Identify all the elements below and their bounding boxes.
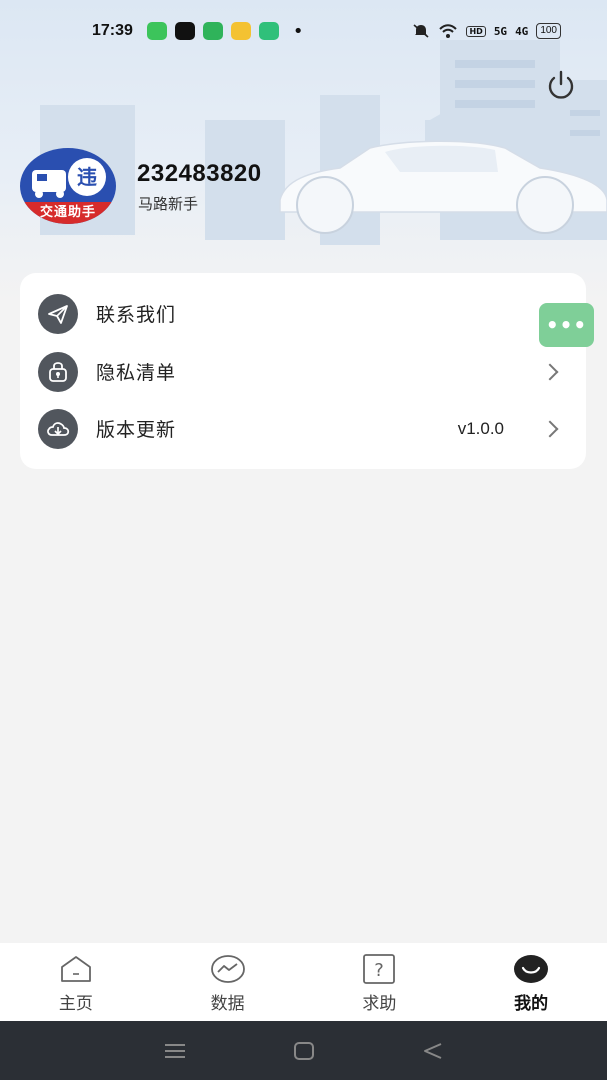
menu-item-contact[interactable]: 联系我们 — [20, 285, 586, 342]
hd-icon: HD — [466, 25, 486, 37]
menu-card: 联系我们 隐私清单 版本更新 v1.0.0 — [20, 273, 586, 469]
cloud-download-icon — [38, 408, 78, 449]
avatar-band: 交通助手 — [20, 202, 116, 224]
tab-data[interactable]: 数据 — [152, 943, 304, 1021]
tab-label: 求助 — [362, 994, 397, 1014]
chart-icon — [210, 953, 246, 985]
yellow-app-icon — [230, 22, 251, 40]
avatar[interactable]: 违 交通助手 — [18, 148, 118, 226]
menu-label: 联系我们 — [96, 304, 177, 326]
signal-5g-icon: 5G — [493, 24, 508, 38]
chevron-right-icon — [541, 420, 559, 437]
square-icon — [293, 1041, 314, 1060]
menu-nav-button[interactable] — [155, 1036, 195, 1066]
svg-text:?: ? — [375, 960, 385, 981]
user-level: 马路新手 — [138, 195, 199, 213]
chevron-right-icon — [541, 363, 559, 380]
wifi-icon — [439, 24, 458, 38]
back-triangle-icon — [423, 1042, 441, 1059]
logout-button[interactable] — [540, 64, 582, 106]
shield-app-icon — [202, 22, 223, 40]
user-id: 232483820 — [137, 160, 262, 187]
status-more-dot: • — [292, 20, 304, 42]
menu-item-privacy[interactable]: 隐私清单 — [20, 343, 586, 400]
menu-label: 版本更新 — [96, 419, 177, 441]
floating-more-button[interactable]: ••• — [539, 303, 594, 347]
status-bar: 17:39 • HD 5G 4G 100 — [0, 0, 607, 62]
power-icon — [548, 70, 574, 99]
tab-label: 数据 — [210, 994, 245, 1014]
tab-label: 主页 — [58, 994, 93, 1014]
notification-icons — [146, 22, 279, 40]
menu-label: 隐私清单 — [96, 362, 177, 384]
tiktok-icon — [174, 22, 195, 40]
send-icon — [38, 293, 78, 334]
profile-icon — [513, 953, 549, 985]
battery-icon: 100 — [536, 23, 561, 39]
tab-label: 我的 — [514, 994, 549, 1014]
menu-item-update[interactable]: 版本更新 v1.0.0 — [20, 400, 586, 457]
phone-app-icon — [258, 22, 279, 40]
back-nav-button[interactable] — [413, 1036, 453, 1066]
message-app-icon — [146, 22, 167, 40]
status-indicators: HD 5G 4G 100 — [412, 23, 561, 39]
lock-icon — [38, 351, 78, 392]
help-icon: ? — [361, 953, 397, 985]
tab-profile[interactable]: 我的 — [455, 943, 607, 1021]
tab-home[interactable]: 主页 — [0, 943, 152, 1021]
bottom-tab-bar: 主页 数据 ? 求助 我的 — [0, 943, 607, 1021]
home-icon — [58, 953, 94, 985]
version-value: v1.0.0 — [457, 418, 504, 438]
tab-help[interactable]: ? 求助 — [304, 943, 456, 1021]
home-nav-button[interactable] — [284, 1036, 324, 1066]
hamburger-icon — [164, 1043, 185, 1058]
avatar-image: 违 交通助手 — [20, 148, 116, 224]
avatar-badge: 违 — [68, 158, 106, 196]
signal-4g-icon: 4G — [515, 24, 529, 38]
mute-bell-icon — [413, 24, 429, 38]
system-navigation-bar — [0, 1021, 607, 1080]
status-time: 17:39 — [92, 22, 133, 39]
